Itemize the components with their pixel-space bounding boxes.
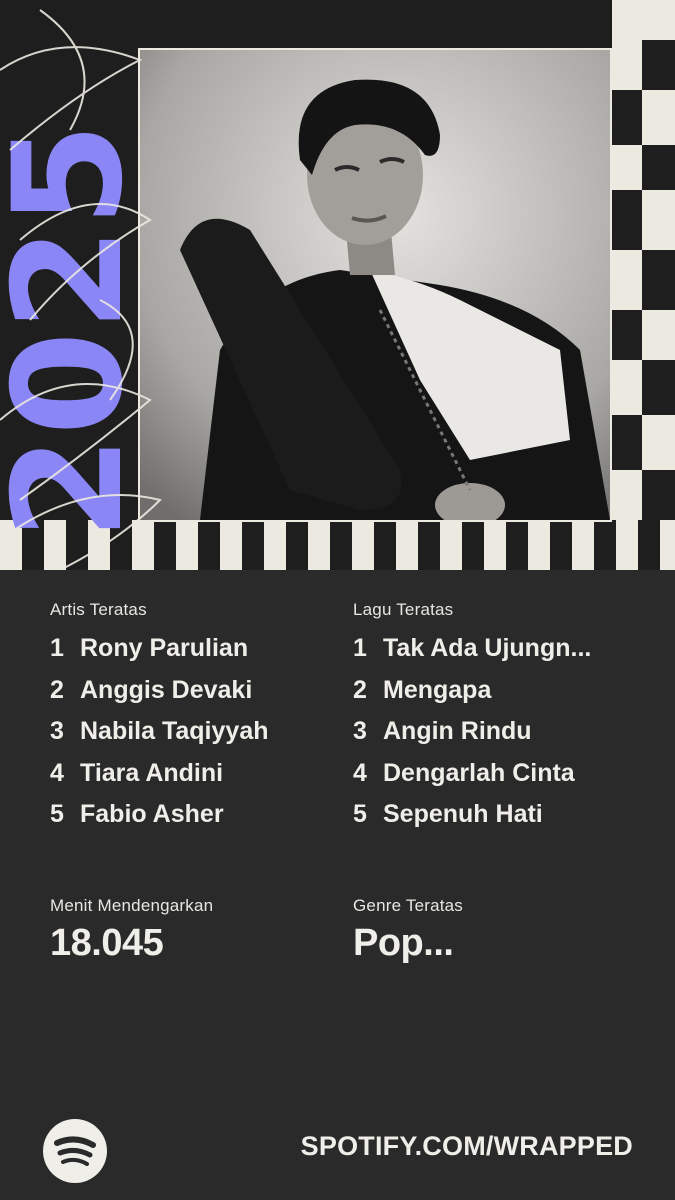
wrapped-card: 2025 Artis Teratas 1 Rony Parulian 2 Ang… xyxy=(0,0,675,1200)
artist-name: Fabio Asher xyxy=(80,800,224,828)
checker-pattern xyxy=(612,0,675,570)
artist-name: Nabila Taqiyyah xyxy=(80,717,269,745)
rank: 1 xyxy=(353,634,367,662)
genre-value: Pop... xyxy=(353,922,454,964)
rank: 1 xyxy=(50,634,64,662)
minutes-section: Menit Mendengarkan 18.045 xyxy=(50,896,213,965)
genre-section: Genre Teratas Pop... xyxy=(353,896,463,965)
song-name: Angin Rindu xyxy=(383,717,532,745)
list-item: 5 Fabio Asher xyxy=(50,800,350,842)
artist-photo xyxy=(138,48,612,522)
rank: 5 xyxy=(50,800,64,828)
list-item: 2 Anggis Devaki xyxy=(50,676,350,718)
rank: 4 xyxy=(50,758,64,787)
year-2025-graphic: 2025 xyxy=(0,123,140,540)
rank: 3 xyxy=(50,717,64,745)
top-artists-label: Artis Teratas xyxy=(50,600,147,619)
song-name: Tak Ada Ujungn... xyxy=(383,634,592,662)
svg-text:2025: 2025 xyxy=(0,123,140,540)
list-item: 1 Tak Ada Ujungn... xyxy=(353,634,653,676)
rank: 2 xyxy=(50,675,64,704)
list-item: 4 Dengarlah Cinta xyxy=(353,759,653,801)
top-artists-section: Artis Teratas 1 Rony Parulian 2 Anggis Dev… xyxy=(50,600,350,842)
list-item: 3 Nabila Taqiyyah xyxy=(50,717,350,759)
list-item: 5 Sepenuh Hati xyxy=(353,800,653,842)
list-item: 2 Mengapa xyxy=(353,676,653,718)
list-item: 4 Tiara Andini xyxy=(50,759,350,801)
list-item: 3 Angin Rindu xyxy=(353,717,653,759)
minutes-label: Menit Mendengarkan xyxy=(50,896,214,915)
rank: 4 xyxy=(353,758,367,787)
artist-name: Tiara Andini xyxy=(80,758,224,787)
artist-name: Anggis Devaki xyxy=(80,675,253,704)
rank: 2 xyxy=(353,675,367,704)
rank: 5 xyxy=(353,800,367,828)
song-name: Dengarlah Cinta xyxy=(383,758,575,787)
spotify-logo-icon xyxy=(43,1119,107,1183)
wrapped-url[interactable]: SPOTIFY.COM/WRAPPED xyxy=(301,1131,633,1162)
genre-label: Genre Teratas xyxy=(353,896,464,915)
rank: 3 xyxy=(353,717,367,745)
song-name: Mengapa xyxy=(383,675,492,704)
top-songs-section: Lagu Teratas 1 Tak Ada Ujungn... 2 Mengapa… xyxy=(353,600,653,842)
artist-name: Rony Parulian xyxy=(80,634,249,662)
list-item: 1 Rony Parulian xyxy=(50,634,350,676)
top-songs-label: Lagu Teratas xyxy=(353,600,454,619)
song-name: Sepenuh Hati xyxy=(383,800,543,828)
minutes-value: 18.045 xyxy=(50,922,164,964)
header-artwork: 2025 xyxy=(0,0,675,570)
